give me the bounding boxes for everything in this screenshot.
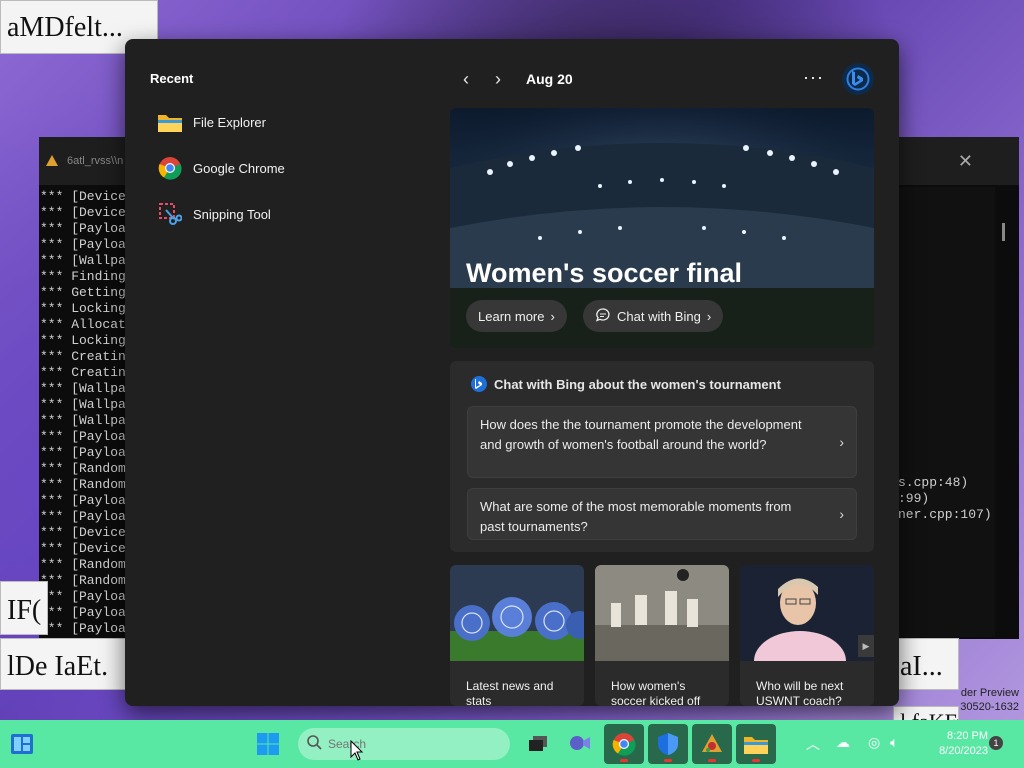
scrollbar-thumb[interactable] — [1002, 223, 1005, 241]
console-pane — [895, 187, 995, 637]
news-carousel: Latest news and stats How women's soccer… — [450, 565, 874, 706]
suggestion-item[interactable]: How does the the tournament promote the … — [467, 406, 857, 478]
recent-item-label: File Explorer — [193, 114, 266, 130]
chevron-right-icon: › — [706, 308, 712, 324]
news-image — [595, 565, 729, 661]
learn-more-label: Learn more — [478, 308, 545, 324]
hero-title: Women's soccer final — [466, 258, 743, 288]
recent-heading: Recent — [150, 71, 194, 86]
feed-date: Aug 20 — [526, 71, 573, 87]
chat-card-title: Chat with Bing about the women's tournam… — [494, 376, 781, 392]
recent-item-google-chrome[interactable]: Google Chrome — [157, 145, 417, 191]
chevron-left-icon[interactable]: ‹ — [450, 63, 482, 95]
news-caption: Who will be next USWNT coach? — [756, 679, 844, 706]
bing-logo-icon[interactable] — [842, 63, 874, 95]
folder-icon — [744, 737, 768, 754]
recent-item-file-explorer[interactable]: File Explorer — [157, 99, 417, 145]
network-icon[interactable]: ☁ — [836, 734, 850, 751]
mouse-cursor-icon — [350, 740, 364, 761]
chevron-right-icon[interactable]: › — [482, 63, 514, 95]
news-card[interactable]: How women's soccer kicked off — [595, 565, 729, 706]
watermark-line: 30520-1632 — [960, 701, 1019, 713]
console-trace: s.cpp:48) :99) ner.cpp:107) — [898, 475, 992, 522]
chevron-right-icon: › — [839, 506, 844, 522]
background-label: lDe IaEt. — [0, 638, 130, 690]
news-image — [740, 565, 874, 691]
running-indicator — [620, 759, 628, 762]
running-indicator — [664, 759, 672, 762]
news-caption: How women's soccer kicked off — [611, 679, 701, 706]
volume-icon[interactable]: 🔈︎ — [890, 734, 898, 751]
bing-icon — [471, 376, 487, 392]
start-panel: Recent File Explorer Google Chrome Snipp… — [125, 39, 899, 706]
globe-icon[interactable]: ◎ — [868, 734, 880, 751]
chat-app-icon[interactable] — [560, 724, 600, 764]
chat-card-heading: Chat with Bing about the women's tournam… — [470, 375, 781, 393]
news-caption: Latest news and stats — [466, 679, 554, 706]
taskbar-security[interactable] — [648, 724, 688, 764]
clock-time: 8:20 PM — [947, 730, 988, 742]
suggestion-item[interactable]: What are some of the most memorable mome… — [467, 488, 857, 540]
feed-header: ‹ › Aug 20 ··· — [450, 63, 874, 95]
news-card[interactable]: Who will be next USWNT coach? — [740, 565, 874, 706]
widgets-icon[interactable] — [6, 728, 38, 760]
build-watermark: der Preview 30520-1632 — [960, 686, 1019, 714]
close-icon[interactable]: ✕ — [958, 151, 973, 172]
folder-icon — [157, 109, 183, 135]
recent-list: File Explorer Google Chrome Snipping Too… — [157, 99, 417, 237]
news-image — [450, 565, 584, 661]
taskbar: ︿ ☁ ◎ 🔈︎ 8:20 PM 8/20/2023 1 — [0, 720, 1024, 768]
chrome-icon — [612, 733, 636, 756]
start-icon[interactable] — [252, 728, 284, 760]
suggestion-text: What are some of the most memorable mome… — [480, 499, 792, 534]
search-icon — [306, 734, 322, 755]
chevron-right-icon: › — [839, 434, 844, 450]
clock[interactable]: 8:20 PM 8/20/2023 — [939, 729, 988, 759]
shield-icon — [658, 733, 678, 755]
recent-item-label: Google Chrome — [193, 160, 285, 176]
suggestion-text: How does the the tournament promote the … — [480, 417, 802, 452]
chat-with-bing-button[interactable]: Chat with Bing › — [583, 300, 724, 332]
running-indicator — [708, 759, 716, 762]
clock-date: 8/20/2023 — [939, 745, 988, 757]
bing-chat-card: Chat with Bing about the women's tournam… — [450, 361, 874, 552]
taskbar-file-explorer[interactable] — [736, 724, 776, 764]
chat-bubble-icon — [595, 307, 611, 326]
taskbar-chrome[interactable] — [604, 724, 644, 764]
recent-item-label: Snipping Tool — [193, 206, 271, 222]
app-icon — [702, 734, 722, 752]
taskbar-search[interactable] — [298, 728, 510, 760]
background-label: IF( — [0, 581, 48, 635]
snipping-tool-icon — [157, 201, 183, 227]
learn-more-button[interactable]: Learn more › — [466, 300, 567, 332]
taskbar-app[interactable] — [692, 724, 732, 764]
background-label: aI... — [893, 638, 959, 690]
news-card[interactable]: Latest news and stats — [450, 565, 584, 706]
notification-badge[interactable]: 1 — [989, 736, 1003, 750]
chevron-right-icon: › — [550, 308, 555, 324]
running-indicator — [752, 759, 760, 762]
chrome-icon — [157, 155, 183, 181]
task-view-icon[interactable] — [518, 724, 558, 764]
console-title: 6atl_rvss\\n — [67, 155, 124, 167]
chevron-up-icon[interactable]: ︿ — [806, 734, 820, 754]
more-options-icon[interactable]: ··· — [803, 67, 824, 88]
carousel-next-icon[interactable]: ▶ — [858, 635, 874, 657]
widgets-feed: ‹ › Aug 20 ··· Women's soccer final Lear… — [450, 39, 874, 706]
app-icon — [46, 155, 58, 166]
hero-card[interactable]: Women's soccer final Learn more › Chat w… — [450, 108, 874, 348]
recent-item-snipping-tool[interactable]: Snipping Tool — [157, 191, 417, 237]
watermark-line: der Preview — [960, 687, 1019, 699]
chat-with-bing-label: Chat with Bing — [617, 308, 701, 324]
